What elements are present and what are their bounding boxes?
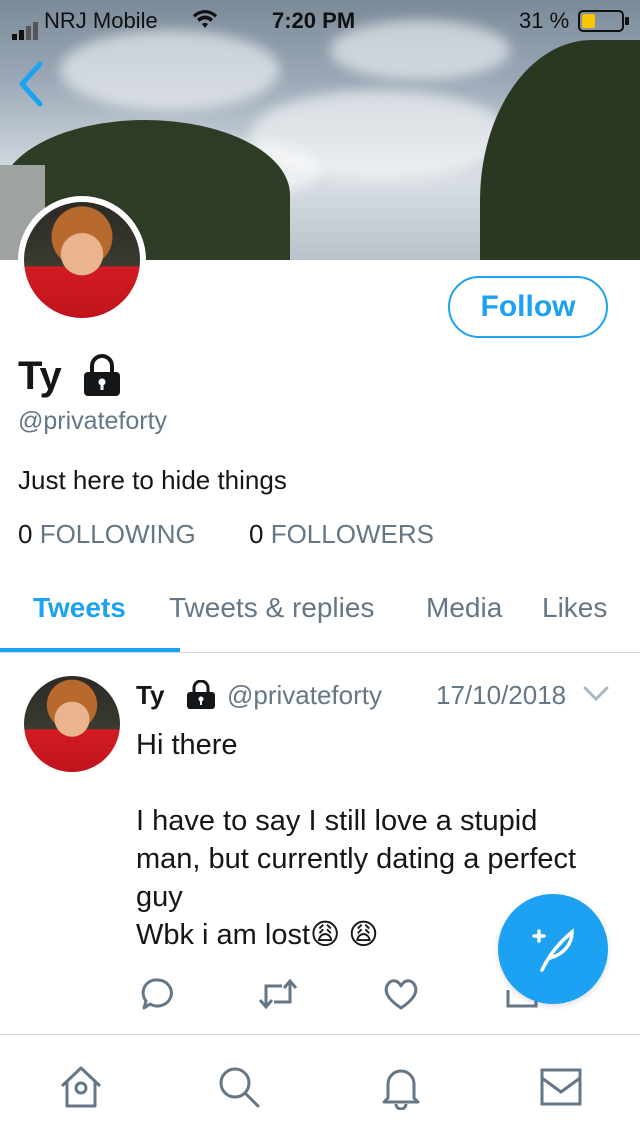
divider — [0, 652, 640, 653]
tab-tweets[interactable]: Tweets — [33, 592, 126, 624]
tweet-date: 17/10/2018 — [436, 680, 567, 710]
back-chevron-left-icon[interactable] — [14, 60, 48, 108]
retweet-icon[interactable] — [258, 976, 298, 1012]
followers-label: FOLLOWERS — [270, 519, 434, 549]
like-icon[interactable] — [382, 976, 420, 1012]
following-label: FOLLOWING — [39, 519, 196, 549]
following-stat[interactable]: 0 FOLLOWING — [18, 519, 196, 550]
tweet-avatar[interactable] — [24, 676, 120, 772]
tab-tweets-replies[interactable]: Tweets & replies — [169, 592, 374, 624]
clock: 7:20 PM — [272, 8, 356, 33]
following-count: 0 — [18, 519, 33, 549]
signal-icon — [12, 14, 40, 40]
reply-icon[interactable] — [140, 976, 176, 1012]
search-icon[interactable] — [216, 1064, 262, 1110]
profile-avatar[interactable] — [18, 196, 146, 324]
status-bar: NRJ Mobile 7:20 PM 31 % — [0, 0, 640, 40]
tab-likes[interactable]: Likes — [542, 592, 607, 624]
battery-icon — [578, 10, 629, 32]
notifications-icon[interactable] — [378, 1064, 424, 1110]
profile-name: Ty — [18, 354, 62, 398]
chevron-down-icon[interactable] — [582, 684, 610, 704]
followers-stat[interactable]: 0 FOLLOWERS — [249, 519, 434, 550]
divider — [0, 1034, 640, 1035]
compose-tweet-button[interactable] — [498, 894, 608, 1004]
tab-media[interactable]: Media — [426, 592, 502, 624]
compose-tweet-icon — [532, 928, 574, 972]
follow-button[interactable]: Follow — [448, 276, 608, 338]
lock-icon — [84, 354, 120, 396]
home-icon[interactable] — [58, 1064, 104, 1110]
lock-icon — [187, 680, 215, 709]
tweet-author-name[interactable]: Ty — [136, 680, 164, 711]
tweet-author-handle[interactable]: @privateforty — [227, 680, 382, 711]
profile-bio: Just here to hide things — [18, 465, 287, 495]
profile-handle: @privateforty — [18, 407, 168, 435]
wifi-icon — [193, 10, 217, 28]
messages-icon[interactable] — [538, 1064, 584, 1110]
carrier-label: NRJ Mobile — [44, 8, 158, 33]
followers-count: 0 — [249, 519, 264, 549]
battery-percent: 31 % — [519, 8, 570, 33]
